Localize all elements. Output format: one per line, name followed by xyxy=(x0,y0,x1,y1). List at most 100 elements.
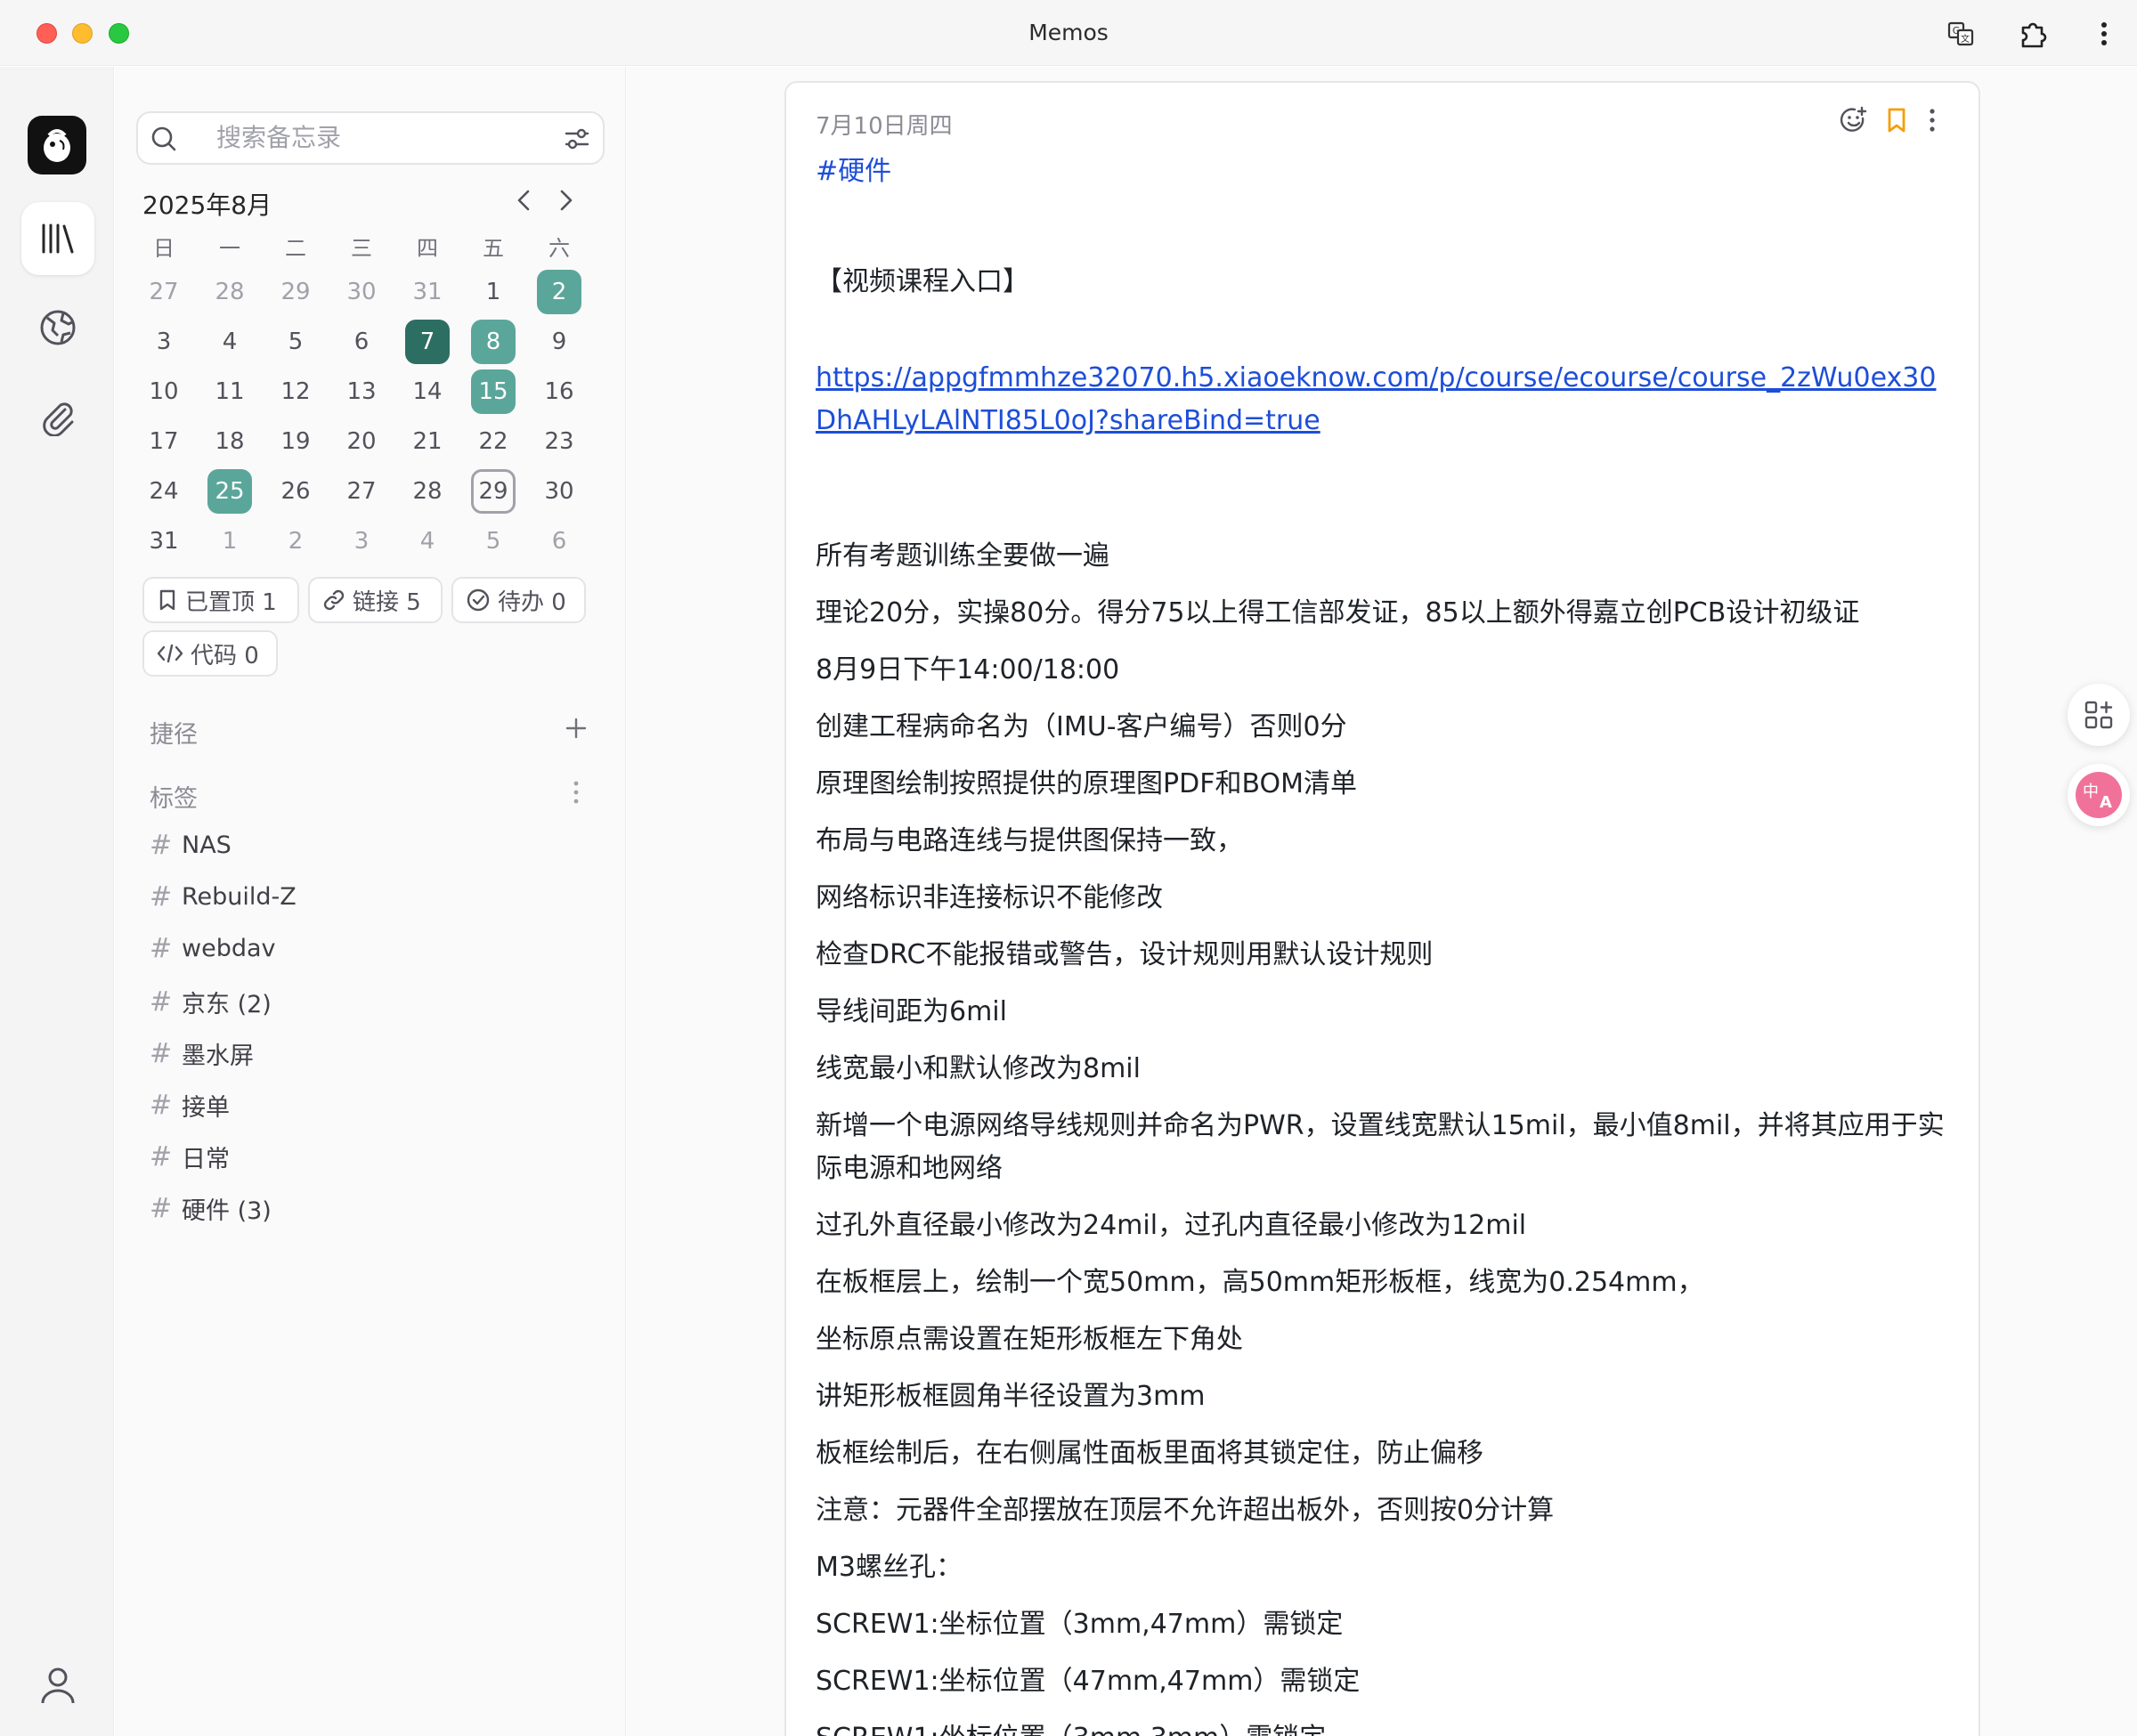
svg-text:文: 文 xyxy=(1961,33,1970,45)
calendar-day[interactable]: 28 xyxy=(405,469,450,514)
search-input[interactable]: 搜索备忘录 xyxy=(136,111,605,165)
memo-date[interactable]: 7月10日周四 xyxy=(816,108,953,141)
tag-item[interactable]: # NAS xyxy=(150,830,232,861)
chevron-left-icon xyxy=(517,190,530,211)
memos-nav-button[interactable] xyxy=(21,202,94,275)
memo-line: 线宽最小和默认修改为8mil xyxy=(816,1053,1141,1084)
calendar-next-button[interactable] xyxy=(552,186,581,215)
hash-icon: # xyxy=(150,1038,173,1069)
calendar-day[interactable]: 27 xyxy=(142,270,186,314)
check-circle-icon xyxy=(467,588,490,612)
memo-line: SCREW1:坐标位置（3mm,47mm）需锁定 xyxy=(816,1609,1344,1640)
calendar-day[interactable]: 31 xyxy=(142,519,186,564)
tag-item[interactable]: # 接单 xyxy=(150,1088,230,1123)
calendar-day[interactable]: 31 xyxy=(405,270,450,314)
calendar-day-with-memos[interactable]: 15 xyxy=(471,369,516,414)
memo-more-button[interactable] xyxy=(1916,104,1948,136)
svg-text:A: A xyxy=(2100,793,2112,812)
user-profile-button[interactable] xyxy=(21,1649,94,1722)
course-link[interactable]: https://appgfmmhze32070.h5.xiaoeknow.com… xyxy=(816,357,1955,442)
translate-widget-button[interactable]: 中A xyxy=(2068,764,2130,826)
calendar-day[interactable]: 6 xyxy=(537,519,581,564)
calendar-day[interactable]: 22 xyxy=(471,419,516,464)
calendar-day[interactable]: 16 xyxy=(537,369,581,414)
extensions-icon[interactable] xyxy=(2017,18,2049,50)
pinned-filter-button[interactable]: 已置顶 1 xyxy=(142,577,299,623)
app-logo[interactable] xyxy=(28,116,86,174)
calendar-day[interactable]: 12 xyxy=(273,369,318,414)
tags-menu-button[interactable] xyxy=(567,777,585,807)
calendar-day[interactable]: 23 xyxy=(537,419,581,464)
calendar-day[interactable]: 6 xyxy=(339,320,384,364)
memo-line: SCREW1:坐标位置（3mm,3mm）需锁定 xyxy=(816,1717,1955,1736)
tag-item[interactable]: # 京东 (2) xyxy=(150,985,272,1019)
memo-line: 讲矩形板框圆角半径设置为3mm xyxy=(816,1381,1206,1412)
filter-settings-icon[interactable] xyxy=(564,126,590,152)
tag-item[interactable]: # 硬件 (3) xyxy=(150,1191,272,1226)
apps-widget-button[interactable] xyxy=(2068,684,2130,746)
calendar-day-with-memos[interactable]: 8 xyxy=(471,320,516,364)
code-icon xyxy=(157,644,183,663)
calendar-day[interactable]: 17 xyxy=(142,419,186,464)
links-filter-button[interactable]: 链接 5 xyxy=(308,577,443,623)
user-icon xyxy=(41,1667,75,1704)
calendar-day[interactable]: 18 xyxy=(207,419,252,464)
calendar-day[interactable]: 2 xyxy=(273,519,318,564)
calendar-day[interactable]: 26 xyxy=(273,469,318,514)
calendar-day[interactable]: 5 xyxy=(471,519,516,564)
calendar-day-today[interactable]: 29 xyxy=(471,469,516,514)
add-shortcut-button[interactable] xyxy=(562,714,590,742)
calendar-day[interactable]: 21 xyxy=(405,419,450,464)
navigation-rail xyxy=(0,67,114,1736)
explore-nav-button[interactable] xyxy=(21,291,94,364)
tag-item[interactable]: # 日常 xyxy=(150,1140,230,1174)
pin-memo-button[interactable] xyxy=(1881,104,1913,136)
calendar-day[interactable]: 30 xyxy=(339,270,384,314)
tag-item[interactable]: # Rebuild-Z xyxy=(150,881,297,913)
weekday-label: 六 xyxy=(548,236,570,261)
calendar-day[interactable]: 20 xyxy=(339,419,384,464)
calendar-day[interactable]: 1 xyxy=(471,270,516,314)
todo-filter-button[interactable]: 待办 0 xyxy=(451,577,586,623)
calendar-day[interactable]: 19 xyxy=(273,419,318,464)
calendar-day[interactable]: 4 xyxy=(207,320,252,364)
translate-icon: 中A xyxy=(2076,772,2122,818)
calendar-day[interactable]: 27 xyxy=(339,469,384,514)
calendar-day[interactable]: 9 xyxy=(537,320,581,364)
calendar-day[interactable]: 10 xyxy=(142,369,186,414)
code-filter-button[interactable]: 代码 0 xyxy=(142,630,278,677)
calendar-day[interactable]: 3 xyxy=(339,519,384,564)
tag-item[interactable]: # webdav xyxy=(150,933,276,964)
calendar-day[interactable]: 3 xyxy=(142,320,186,364)
calendar-day[interactable]: 1 xyxy=(207,519,252,564)
calendar-day[interactable]: 11 xyxy=(207,369,252,414)
memo-line: 8月9日下午14:00/18:00 xyxy=(816,654,1120,685)
memo-tag-link[interactable]: #硬件 xyxy=(816,154,1955,211)
more-menu-icon[interactable] xyxy=(2088,18,2120,50)
calendar-day[interactable]: 24 xyxy=(142,469,186,514)
add-reaction-button[interactable] xyxy=(1838,104,1870,136)
pinned-count-label: 已置顶 1 xyxy=(185,588,277,616)
translate-icon[interactable]: G文 xyxy=(1945,18,1977,50)
calendar-day[interactable]: 14 xyxy=(405,369,450,414)
memo-line: 布局与电路连线与提供图保持一致， xyxy=(816,825,1243,856)
calendar-day[interactable]: 28 xyxy=(207,270,252,314)
attachments-nav-button[interactable] xyxy=(21,380,94,453)
calendar-day[interactable]: 4 xyxy=(405,519,450,564)
calendar-day-with-memos[interactable]: 7 xyxy=(405,320,450,364)
tag-item[interactable]: # 墨水屏 xyxy=(150,1036,254,1071)
calendar-month-title: 2025年8月 xyxy=(142,191,272,220)
memo-line: 在板框层上，绘制一个宽50mm，高50mm矩形板框，线宽为0.254mm， xyxy=(816,1267,1704,1298)
calendar-day[interactable]: 13 xyxy=(339,369,384,414)
tag-label: Rebuild-Z xyxy=(182,883,297,911)
chevron-right-icon xyxy=(560,190,573,211)
calendar-day-with-memos[interactable]: 2 xyxy=(537,270,581,314)
calendar-day[interactable]: 29 xyxy=(273,270,318,314)
weekday-label: 一 xyxy=(219,236,240,261)
calendar-day[interactable]: 30 xyxy=(537,469,581,514)
calendar-prev-button[interactable] xyxy=(509,186,538,215)
calendar-day-with-memos[interactable]: 25 xyxy=(207,469,252,514)
memo-line: 导线间距为6mil xyxy=(816,996,1007,1027)
tag-label: 日常 xyxy=(182,1146,230,1173)
calendar-day[interactable]: 5 xyxy=(273,320,318,364)
